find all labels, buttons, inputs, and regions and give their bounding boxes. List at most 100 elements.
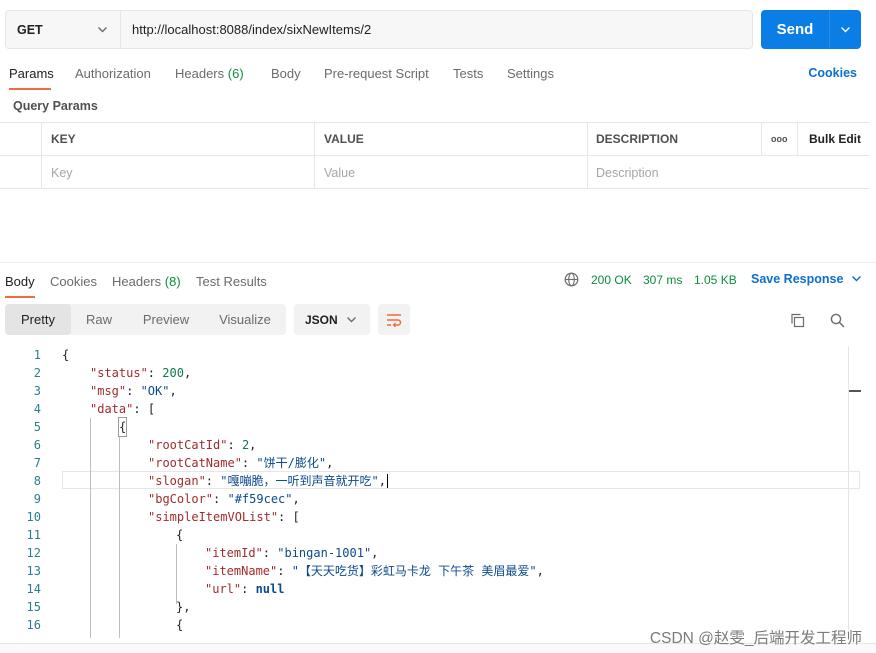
wrap-lines-button[interactable]: [378, 304, 410, 335]
code-text: "rootCatId": 2,: [148, 438, 257, 452]
tab-params[interactable]: Params: [9, 66, 54, 81]
save-response-button[interactable]: Save Response: [751, 272, 862, 286]
copy-button[interactable]: [787, 310, 807, 330]
json-null: null: [255, 582, 285, 596]
column-description: DESCRIPTION: [596, 132, 679, 146]
search-button[interactable]: [827, 310, 847, 330]
code-text: {: [62, 348, 70, 362]
json-key: "bgColor": [148, 492, 214, 506]
json-string: "OK": [140, 384, 170, 398]
scrollbar-position-marker: [849, 390, 861, 392]
tab-headers-label: Headers: [175, 66, 225, 81]
line-number: 8: [33, 474, 41, 488]
line-number: 5: [33, 420, 41, 434]
watermark: CSDN @赵雯_后端开发工程师: [649, 630, 862, 647]
globe-icon[interactable]: [564, 272, 579, 287]
code-text: "itemId": "bingan-1001",: [205, 546, 379, 560]
code-text: "slogan": "嘎嘣脆，一听到声音就开吃",: [148, 474, 388, 488]
tab-test-results[interactable]: Test Results: [196, 274, 267, 289]
chevron-down-icon: [98, 27, 107, 33]
json-key: "itemName": [205, 564, 278, 578]
line-number: 13: [26, 564, 41, 578]
key-input[interactable]: Key: [42, 156, 314, 189]
cookies-link[interactable]: Cookies: [808, 66, 857, 80]
code-text: "bgColor": "#f59cec",: [148, 492, 300, 506]
active-response-tab-indicator: [5, 296, 35, 298]
json-key: "simpleItemVOList": [148, 510, 279, 524]
view-mode-pretty[interactable]: Pretty: [5, 304, 71, 335]
divider: [761, 123, 762, 156]
code-line: 3 "msg": "OK",: [0, 382, 860, 400]
line-number: 10: [26, 510, 41, 524]
url-input[interactable]: http://localhost:8088/index/sixNewItems/…: [121, 11, 752, 48]
text-cursor: [386, 474, 388, 488]
code-line: 9 "bgColor": "#f59cec",: [0, 490, 860, 508]
view-mode-preview[interactable]: Preview: [131, 304, 201, 335]
tab-body[interactable]: Body: [271, 66, 301, 81]
status-code[interactable]: 200 OK: [591, 273, 632, 287]
view-mode-raw[interactable]: Raw: [71, 304, 127, 335]
code-text: "url": null: [205, 582, 285, 596]
code-line: 10 "simpleItemVOList": [: [0, 508, 860, 526]
json-key: "rootCatId": [148, 438, 228, 452]
json-bracket: {: [176, 618, 184, 632]
value-input[interactable]: Value: [315, 156, 587, 189]
response-body-editor[interactable]: 1{ 2 "status": 200, 3 "msg": "OK", 4 "data"…: [0, 346, 860, 638]
json-string: "【天天吃货】彩虹马卡龙 下午茶 美眉最爱": [291, 564, 537, 578]
tab-authorization[interactable]: Authorization: [75, 66, 151, 81]
chevron-down-icon: [851, 276, 861, 282]
tab-tests[interactable]: Tests: [453, 66, 483, 81]
line-number: 3: [33, 384, 41, 398]
tab-prerequest-script[interactable]: Pre-request Script: [324, 66, 429, 81]
view-mode-visualize[interactable]: Visualize: [209, 304, 281, 335]
table-row: Key Value Description: [0, 156, 869, 189]
code-line: 8 "slogan": "嘎嘣脆，一听到声音就开吃",: [0, 472, 860, 490]
line-number: 1: [33, 348, 41, 362]
json-string: "#f59cec": [227, 492, 293, 506]
tab-settings[interactable]: Settings: [507, 66, 554, 81]
send-dropdown[interactable]: [830, 24, 861, 35]
json-number: 200: [162, 366, 184, 380]
method-label: GET: [17, 22, 43, 37]
code-line: 12 "itemId": "bingan-1001",: [0, 544, 860, 562]
tab-response-cookies[interactable]: Cookies: [50, 274, 97, 289]
divider: [314, 123, 315, 188]
code-text: "rootCatName": "饼干/膨化",: [148, 456, 334, 470]
tab-headers[interactable]: Headers (6): [175, 66, 244, 81]
tab-response-body[interactable]: Body: [5, 274, 35, 289]
query-params-table: KEY VALUE DESCRIPTION ooo Bulk Edit Key …: [0, 122, 869, 189]
tab-response-headers-count: (8): [164, 274, 181, 289]
tab-response-headers[interactable]: Headers (8): [112, 274, 181, 289]
divider: [41, 123, 42, 188]
code-text: "simpleItemVOList": [: [148, 510, 300, 524]
column-key: KEY: [51, 132, 76, 146]
json-key: "msg": [90, 384, 127, 398]
code-text: "itemName": "【天天吃货】彩虹马卡龙 下午茶 美眉最爱",: [205, 564, 544, 578]
json-key: "url": [205, 582, 242, 596]
bulk-edit-button[interactable]: Bulk Edit: [800, 123, 861, 155]
table-header-row: KEY VALUE DESCRIPTION ooo Bulk Edit: [0, 123, 869, 156]
tab-headers-count: (6): [227, 66, 244, 81]
response-time[interactable]: 307 ms: [643, 273, 682, 287]
line-number: 15: [26, 600, 41, 614]
line-number: 9: [33, 492, 41, 506]
format-select[interactable]: JSON: [294, 304, 370, 335]
code-text: "msg": "OK",: [90, 384, 177, 398]
line-number: 14: [26, 582, 41, 596]
save-response-label: Save Response: [751, 272, 844, 286]
description-input[interactable]: Description: [587, 156, 867, 189]
code-line: 4 "data": [: [0, 400, 860, 418]
json-string: "bingan-1001": [277, 546, 372, 560]
response-size[interactable]: 1.05 KB: [694, 273, 737, 287]
line-number: 12: [26, 546, 41, 560]
code-text: "data": [: [90, 402, 156, 416]
send-button[interactable]: Send: [761, 10, 861, 49]
chevron-down-icon: [347, 317, 356, 323]
search-icon: [830, 313, 845, 328]
more-options-button[interactable]: ooo: [762, 123, 788, 155]
format-label: JSON: [305, 312, 338, 327]
line-number: 7: [33, 456, 41, 470]
json-bracket: {: [176, 528, 184, 542]
line-number: 6: [33, 438, 41, 452]
method-select[interactable]: GET: [6, 11, 121, 48]
